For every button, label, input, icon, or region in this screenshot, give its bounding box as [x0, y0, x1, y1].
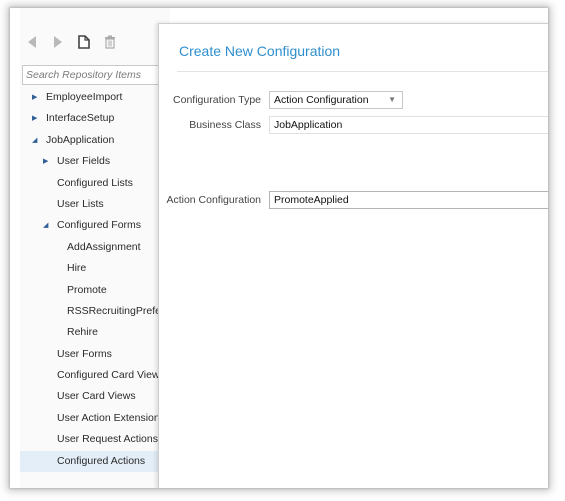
tree-item-promote[interactable]: Promote: [20, 280, 170, 301]
tree-item-user-forms[interactable]: User Forms: [20, 344, 170, 365]
configuration-type-select[interactable]: Action Configuration ▼: [269, 91, 403, 109]
tree-item-label: User Request Actions: [57, 433, 158, 446]
tree-item-user-action-extension[interactable]: User Action Extension: [20, 408, 170, 429]
tree-item-label: Rehire: [67, 326, 98, 339]
tree-item-label: User Action Extension: [57, 411, 160, 424]
tree-item-label: AddAssignment: [67, 240, 141, 253]
repository-pane: ▶ EmployeeImport ▶ InterfaceSetup ◢ JobA…: [20, 8, 170, 488]
action-configuration-label: Action Configuration: [166, 194, 261, 206]
tree-item-label: Hire: [67, 262, 87, 275]
tree-item-configured-forms[interactable]: ◢ Configured Forms: [20, 215, 170, 236]
action-configuration-input[interactable]: PromoteApplied: [269, 191, 548, 209]
tree-item-user-fields[interactable]: ▶ User Fields: [20, 151, 170, 172]
tree-item-rehire[interactable]: Rehire: [20, 322, 170, 343]
configuration-type-value: Action Configuration: [274, 94, 369, 106]
tree-item-label: Configured Card View: [57, 369, 160, 382]
tree-item-label: EmployeeImport: [46, 91, 123, 103]
tree-item-hire[interactable]: Hire: [20, 258, 170, 279]
tree-item-label: InterfaceSetup: [46, 112, 115, 125]
tree-item-user-request-actions[interactable]: User Request Actions: [20, 429, 170, 450]
tree-item-label: User Lists: [57, 197, 104, 210]
tree-item-configured-lists[interactable]: Configured Lists: [20, 173, 170, 194]
tree-item-label: Configured Actions: [57, 454, 146, 467]
search-input[interactable]: [22, 65, 168, 85]
back-arrow-icon[interactable]: [24, 34, 40, 50]
configuration-type-label: Configuration Type: [173, 94, 261, 106]
tree-item-addassignment[interactable]: AddAssignment: [20, 237, 170, 258]
expand-arrow-icon[interactable]: ▶: [32, 87, 40, 108]
repository-tree: ▶ EmployeeImport ▶ InterfaceSetup ◢ JobA…: [20, 87, 170, 473]
configuration-panel: Create New Configuration Configuration T…: [158, 23, 548, 488]
expand-arrow-icon[interactable]: ▶: [43, 151, 51, 172]
repository-toolbar: [20, 8, 170, 64]
chevron-down-icon[interactable]: ▼: [388, 92, 396, 108]
tree-item-label: Configured Forms: [57, 219, 142, 232]
tree-item-configured-actions[interactable]: Configured Actions: [20, 450, 170, 473]
collapse-arrow-icon[interactable]: ◢: [43, 215, 51, 236]
business-class-label: Business Class: [189, 119, 261, 131]
tree-item-label: RSSRecruitingPrefe: [67, 304, 161, 317]
tree-item-configured-card-view[interactable]: Configured Card View: [20, 365, 170, 386]
expand-arrow-icon[interactable]: ▶: [32, 108, 40, 129]
tree-item-interfacesetup[interactable]: ▶ InterfaceSetup: [20, 108, 170, 129]
tree-item-label: User Fields: [57, 155, 111, 168]
tree-item-employeeimport[interactable]: ▶ EmployeeImport: [20, 87, 170, 108]
title-divider: [177, 71, 548, 72]
panel-title: Create New Configuration: [179, 43, 341, 59]
tree-item-rssrecruitingprefe[interactable]: RSSRecruitingPrefe: [20, 301, 170, 322]
forward-arrow-icon[interactable]: [50, 34, 66, 50]
tree-item-label: Promote: [67, 283, 107, 296]
tree-item-label: User Card Views: [57, 390, 136, 403]
tree-item-user-card-views[interactable]: User Card Views: [20, 386, 170, 407]
tree-item-user-lists[interactable]: User Lists: [20, 194, 170, 215]
tree-item-label: Configured Lists: [57, 176, 133, 189]
collapse-arrow-icon[interactable]: ◢: [32, 130, 40, 151]
trash-icon[interactable]: [102, 34, 118, 50]
action-configuration-value: PromoteApplied: [274, 194, 349, 206]
tree-item-jobapplication[interactable]: ◢ JobApplication: [20, 130, 170, 151]
application-window: ▶ EmployeeImport ▶ InterfaceSetup ◢ JobA…: [10, 8, 548, 488]
new-document-icon[interactable]: [76, 34, 92, 50]
tree-item-label: JobApplication: [46, 133, 115, 146]
business-class-value: JobApplication: [274, 119, 343, 131]
tree-item-label: User Forms: [57, 347, 112, 360]
business-class-field: JobApplication: [269, 116, 548, 134]
